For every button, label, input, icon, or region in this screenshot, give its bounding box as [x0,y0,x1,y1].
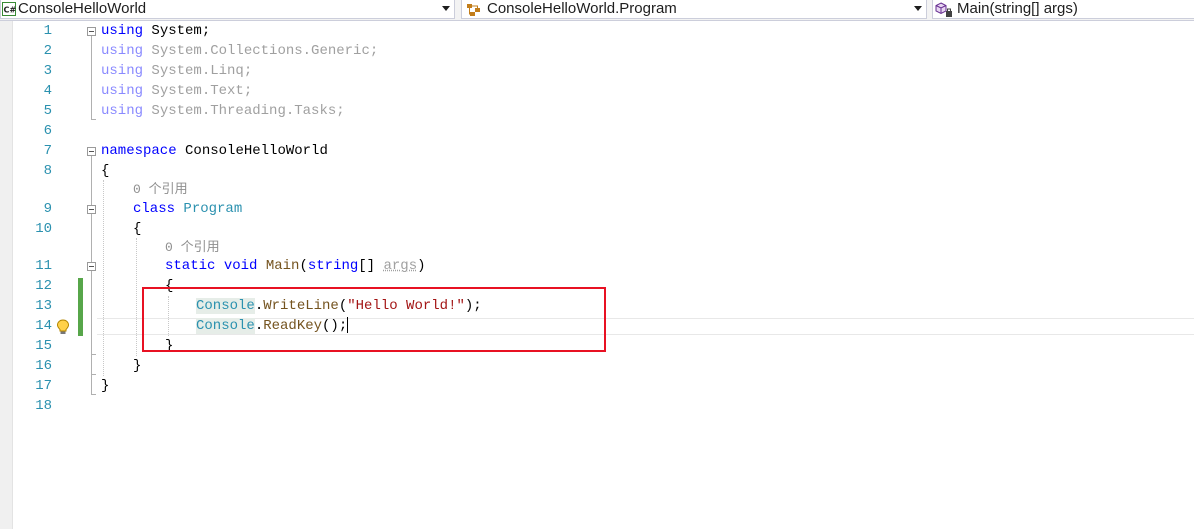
navigation-bar: C# ConsoleHelloWorld ConsoleHelloWorld.P… [0,0,1194,21]
code-line-11[interactable]: static void Main(string[] args) [165,257,426,275]
codelens-references[interactable]: 0 个引用 [133,182,188,198]
project-dropdown[interactable]: C# ConsoleHelloWorld [0,0,455,19]
change-marker [78,278,83,336]
namespace-ref: System.Collections.Generic; [151,43,379,59]
keyword: void [223,258,258,274]
brace: } [133,358,142,374]
line-number: 15 [35,338,52,354]
keyword: using [101,103,144,119]
indent-guide [103,180,104,376]
project-name: ConsoleHelloWorld [18,0,147,17]
method-name: Main [265,258,300,274]
brace: } [101,378,110,394]
collapse-toggle[interactable] [87,27,96,36]
keyword: class [133,201,176,217]
punctuation: ) [417,258,426,274]
line-number: 4 [43,83,52,99]
line-number: 5 [43,103,52,119]
namespace-ref: System; [151,23,211,39]
keyword: namespace [101,143,177,159]
keyword: static [165,258,216,274]
type-dropdown[interactable]: ConsoleHelloWorld.Program [461,0,927,19]
line-number: 7 [43,143,52,159]
line-number: 10 [35,221,52,237]
collapse-toggle[interactable] [87,205,96,214]
code-line-3[interactable]: using System.Linq; [101,62,252,80]
line-number: 11 [35,258,52,274]
outline-end [91,354,96,355]
brace: { [101,163,110,179]
line-number: 2 [43,43,52,59]
line-number: 14 [35,318,52,334]
member-name: Main(string[] args) [957,0,1078,17]
code-line-1[interactable]: using System; [101,22,210,40]
parameter-name: args [383,258,418,274]
chevron-down-icon[interactable] [914,6,922,11]
code-line-7[interactable]: namespace ConsoleHelloWorld [101,142,328,160]
line-number: 8 [43,163,52,179]
code-line-8[interactable]: { [101,162,109,180]
outline-end [91,119,96,120]
outline-end [91,394,96,395]
indent-guide [136,238,137,356]
class-name: Program [183,201,243,217]
line-number: 12 [35,278,52,294]
csharp-project-icon: C# [2,2,16,16]
code-line-16[interactable]: } [133,357,141,375]
method-icon [935,2,952,17]
keyword: string [307,258,359,274]
highlight-box [142,287,606,352]
namespace-ref: System.Linq; [151,63,253,79]
keyword: using [101,83,144,99]
line-number: 9 [43,201,52,217]
line-number: 18 [35,398,52,414]
class-icon [467,4,480,16]
editor-left-margin [0,21,13,529]
codelens-references[interactable]: 0 个引用 [165,240,220,256]
code-line-4[interactable]: using System.Text; [101,82,252,100]
outline-line [91,36,92,119]
code-line-5[interactable]: using System.Threading.Tasks; [101,102,345,120]
lightbulb-icon[interactable] [56,319,70,335]
line-number: 13 [35,298,52,314]
outline-end [91,374,96,375]
code-line-17[interactable]: } [101,377,109,395]
collapse-toggle[interactable] [87,147,96,156]
code-line-9[interactable]: class Program [133,200,242,218]
collapse-toggle[interactable] [87,262,96,271]
type-name: ConsoleHelloWorld.Program [487,0,677,17]
svg-text:C#: C# [4,6,17,15]
outline-line [91,271,92,354]
line-number: 1 [43,23,52,39]
namespace-ref: System.Threading.Tasks; [151,103,345,119]
punctuation: ( [299,258,308,274]
code-line-2[interactable]: using System.Collections.Generic; [101,42,378,60]
line-number: 17 [35,378,52,394]
keyword: using [101,63,144,79]
code-line-10[interactable]: { [133,220,141,238]
namespace-name: ConsoleHelloWorld [185,143,328,159]
line-number: 6 [43,123,52,139]
keyword: using [101,43,144,59]
brace: { [133,221,142,237]
punctuation: [] [358,258,384,274]
namespace-ref: System.Text; [151,83,253,99]
keyword: using [101,23,144,39]
line-number: 16 [35,358,52,374]
member-dropdown[interactable]: Main(string[] args) [932,0,1194,19]
line-number: 3 [43,63,52,79]
chevron-down-icon[interactable] [442,6,450,11]
